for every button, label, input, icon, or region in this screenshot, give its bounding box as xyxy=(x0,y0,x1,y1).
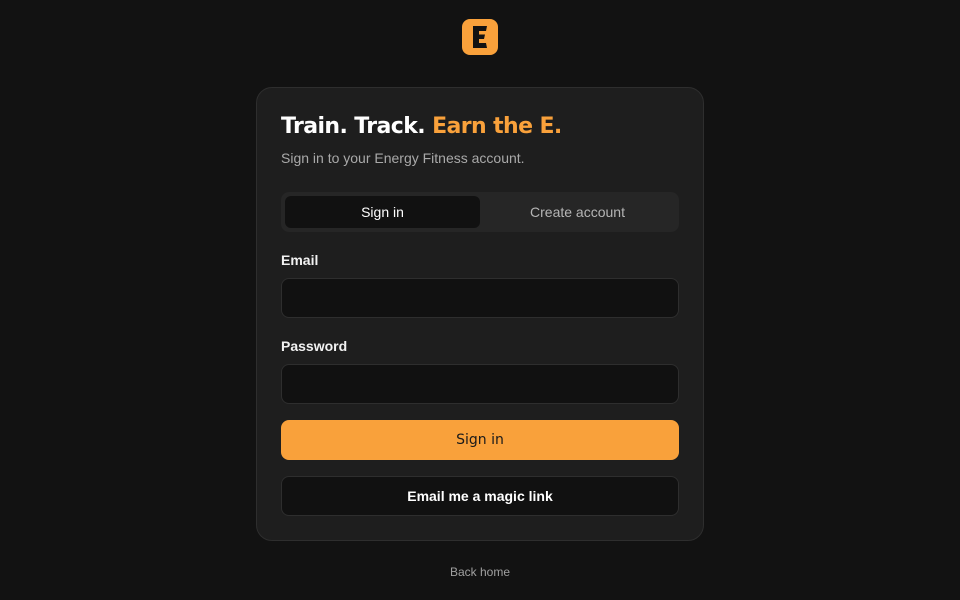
password-label: Password xyxy=(281,338,348,354)
subtitle: Sign in to your Energy Fitness account. xyxy=(281,150,525,166)
back-home-link[interactable]: Back home xyxy=(0,565,960,579)
tab-create-account[interactable]: Create account xyxy=(480,196,675,228)
sign-in-card: Train. Track. Earn the E. Sign in to you… xyxy=(256,87,704,541)
auth-tabs: Sign in Create account xyxy=(281,192,679,232)
tab-sign-in[interactable]: Sign in xyxy=(285,196,480,228)
headline-text: Train. Track. xyxy=(281,114,433,139)
headline-accent: Earn the E. xyxy=(432,114,562,139)
energy-e-logo-icon xyxy=(462,19,498,55)
magic-link-button[interactable]: Email me a magic link xyxy=(281,476,679,516)
email-label: Email xyxy=(281,252,319,268)
password-field[interactable] xyxy=(281,364,679,404)
sign-in-button[interactable]: Sign in xyxy=(281,420,679,460)
email-field[interactable] xyxy=(281,278,679,318)
headline: Train. Track. Earn the E. xyxy=(281,114,562,139)
